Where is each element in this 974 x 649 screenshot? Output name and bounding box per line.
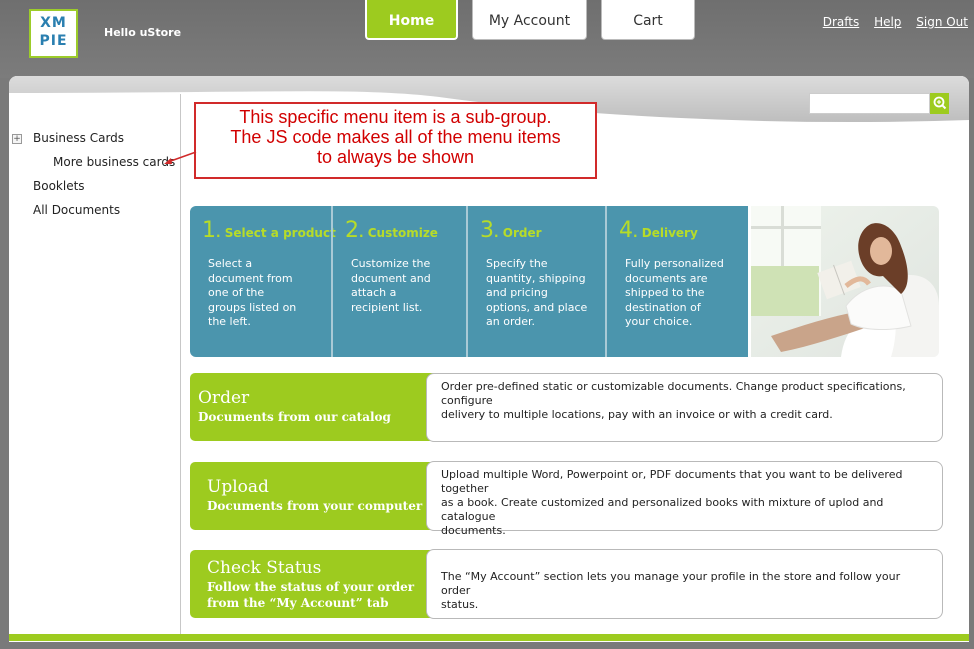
order-block[interactable]: Order Documents from our catalog <box>190 373 434 441</box>
step-number: 1 <box>202 218 216 243</box>
steps-panel: 1. Select a product Select a document fro… <box>190 206 748 357</box>
annotation-callout: This specific menu item is a sub-group. … <box>194 102 597 179</box>
step-number: 2 <box>345 218 359 243</box>
annotation-line: The JS code makes all of the menu items <box>230 127 561 147</box>
tab-cart[interactable]: Cart <box>601 0 695 40</box>
step-title: . Select a product <box>216 226 336 240</box>
step-description: Specify the quantity, shipping and pricing… <box>486 257 588 328</box>
sidebar-item-business-cards[interactable]: Business Cards <box>33 131 124 145</box>
step-title: . Order <box>494 226 542 240</box>
xmpie-logo[interactable]: XM PIE <box>29 9 78 58</box>
order-title: Order <box>198 388 250 408</box>
logo-line-1: XM <box>40 15 67 31</box>
step-description: Customize the document and attach a recipie… <box>351 257 431 314</box>
step-order: 3. Order Specify the quantity, shipping an… <box>468 206 605 357</box>
sidebar-item-more-business-cards[interactable]: More business cards <box>53 155 175 169</box>
check-status-block[interactable]: Check Status Follow the status of your o… <box>190 550 434 618</box>
drafts-link[interactable]: Drafts <box>823 15 860 29</box>
step-number: 4 <box>619 218 633 243</box>
tab-home[interactable]: Home <box>365 0 458 40</box>
greeting-text: Hello uStore <box>104 26 182 39</box>
search-icon <box>933 96 947 110</box>
check-status-subtitle: Follow the status of your order from the … <box>207 580 415 610</box>
check-status-title: Check Status <box>207 558 322 578</box>
sidebar: + Business Cards More business cards Boo… <box>9 94 181 640</box>
footer-bar <box>9 634 969 641</box>
check-status-description: The “My Account” section lets you manage… <box>426 549 943 619</box>
top-links: Drafts Help Sign Out <box>812 15 968 29</box>
sign-out-link[interactable]: Sign Out <box>916 15 968 29</box>
step-customize: 2. Customize Customize the document and at… <box>333 206 466 357</box>
search-input[interactable] <box>809 93 930 114</box>
step-description: Select a document from one of the groups li… <box>208 257 297 328</box>
upload-subtitle: Documents from your computer <box>207 499 423 513</box>
help-link[interactable]: Help <box>874 15 901 29</box>
tab-my-account[interactable]: My Account <box>472 0 587 40</box>
annotation-line: This specific menu item is a sub-group. <box>239 107 552 127</box>
step-select-product: 1. Select a product Select a document fro… <box>190 206 336 357</box>
annotation-line: to always be shown <box>316 147 475 167</box>
search-button[interactable] <box>930 93 949 114</box>
sidebar-item-all-documents[interactable]: All Documents <box>33 203 120 217</box>
expand-toggle-icon[interactable]: + <box>12 134 22 144</box>
step-number: 3 <box>480 218 494 243</box>
order-description: Order pre-defined static or customizable… <box>426 373 943 442</box>
step-title: . Customize <box>359 226 438 240</box>
sidebar-item-booklets[interactable]: Booklets <box>33 179 85 193</box>
step-title: . Delivery <box>633 226 698 240</box>
upload-title: Upload <box>207 477 269 497</box>
annotation-arrow-icon <box>164 151 197 164</box>
step-delivery: 4. Delivery Fully personalized documents … <box>607 206 748 357</box>
order-subtitle: Documents from our catalog <box>198 410 391 424</box>
upload-description: Upload multiple Word, Powerpoint or, PDF… <box>426 461 943 537</box>
logo-line-2: PIE <box>39 33 68 49</box>
upload-block[interactable]: Upload Documents from your computer <box>190 462 434 530</box>
customer-photo <box>751 206 939 357</box>
step-description: Fully personalized documents are shipped t… <box>625 257 724 328</box>
